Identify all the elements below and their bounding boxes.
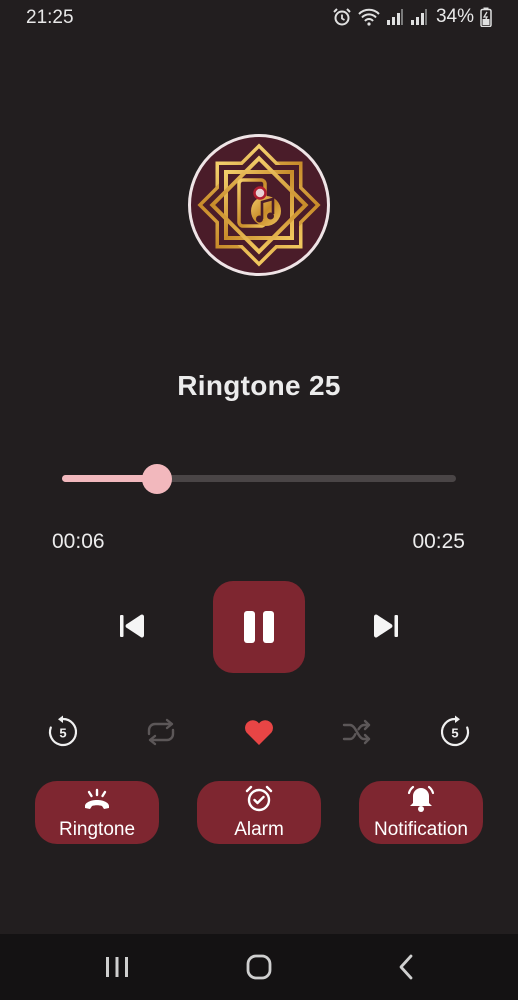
track-title: Ringtone 25 bbox=[177, 370, 341, 401]
phone-ringing-icon bbox=[85, 788, 109, 809]
battery-percentage: 34% bbox=[435, 6, 474, 27]
alarm-label: Alarm bbox=[234, 819, 284, 840]
recent-apps-button[interactable] bbox=[100, 950, 134, 984]
signal-icon bbox=[386, 9, 403, 25]
repeat-icon bbox=[147, 718, 175, 746]
wifi-icon bbox=[358, 8, 380, 26]
forward-5-icon: 5 bbox=[440, 715, 470, 747]
ringtone-label: Ringtone bbox=[58, 819, 136, 840]
replay-5-button[interactable]: 5 bbox=[45, 714, 81, 750]
alarm-check-icon bbox=[245, 785, 273, 812]
status-bar: 21:25 34% bbox=[0, 0, 518, 36]
set-alarm-button[interactable]: Alarm bbox=[197, 781, 321, 844]
status-icons: 34% bbox=[332, 6, 492, 27]
total-duration: 00:25 bbox=[412, 530, 465, 553]
skip-next-icon bbox=[374, 614, 398, 638]
favorite-button[interactable] bbox=[241, 714, 277, 750]
notification-label: Notification bbox=[374, 819, 468, 840]
next-button[interactable] bbox=[366, 606, 406, 646]
shuffle-icon bbox=[342, 719, 371, 745]
forward-5-button[interactable]: 5 bbox=[437, 714, 473, 750]
status-time: 21:25 bbox=[26, 7, 74, 28]
elapsed-time: 00:06 bbox=[52, 530, 105, 553]
pause-icon bbox=[244, 611, 274, 643]
alarm-icon bbox=[333, 8, 351, 26]
system-navigation-bar bbox=[0, 934, 518, 1000]
favorite-heart-icon bbox=[245, 720, 273, 745]
notification-bell-icon bbox=[407, 785, 435, 812]
repeat-button[interactable] bbox=[143, 714, 179, 750]
battery-charging-icon bbox=[480, 7, 492, 27]
set-ringtone-button[interactable]: Ringtone bbox=[35, 781, 159, 844]
ringtone-app-logo bbox=[197, 143, 321, 267]
shuffle-button[interactable] bbox=[339, 714, 375, 750]
previous-button[interactable] bbox=[112, 606, 152, 646]
home-button[interactable] bbox=[242, 950, 276, 984]
pause-button[interactable] bbox=[213, 581, 305, 673]
seek-bar-thumb[interactable] bbox=[142, 464, 172, 494]
replay-value: 5 bbox=[59, 726, 66, 741]
home-icon bbox=[246, 954, 272, 980]
set-notification-button[interactable]: Notification bbox=[359, 781, 483, 844]
signal-icon bbox=[410, 9, 427, 25]
back-button[interactable] bbox=[390, 950, 424, 984]
replay-5-icon: 5 bbox=[48, 715, 78, 747]
back-icon bbox=[399, 954, 413, 980]
forward-value: 5 bbox=[451, 726, 458, 741]
recent-apps-icon bbox=[106, 957, 128, 977]
album-artwork bbox=[188, 134, 330, 276]
skip-previous-icon bbox=[120, 614, 144, 638]
